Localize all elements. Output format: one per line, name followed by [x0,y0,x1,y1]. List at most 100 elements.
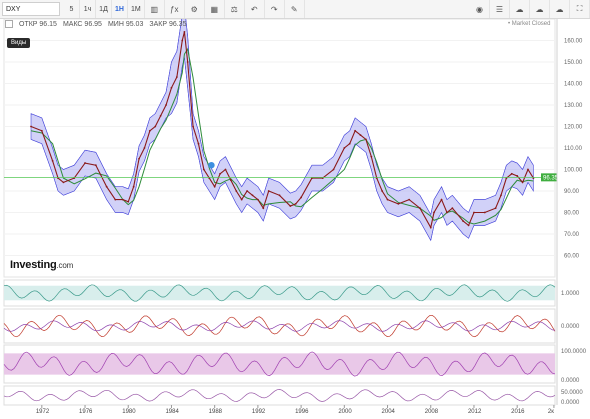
price-tick-label: 160.00 [564,39,583,45]
bar-style-icon[interactable]: ▦ [205,0,225,18]
price-point [348,142,351,145]
price-point [300,196,303,199]
interval-button[interactable]: 1Д [96,0,112,18]
price-point [94,164,97,167]
ohlc-high: МАКС 96.95 [62,20,102,28]
candles-icon[interactable]: ▥ [145,0,165,18]
price-point [256,198,259,201]
redo-icon[interactable]: ↷ [265,0,285,18]
indicator-pane [3,308,556,344]
price-tick-label: 100.00 [564,168,583,174]
price-point [192,125,194,128]
x-tick-label: 1980 [122,409,136,414]
x-tick-label: 1976 [79,409,93,414]
settings-icon[interactable]: ⚙ [185,0,205,18]
price-point [251,194,254,197]
price-point [332,168,335,171]
x-tick-label: 2016 [511,409,525,414]
price-tick-label: 90.00 [564,189,580,195]
price-tick-label: 80.00 [564,211,580,217]
compare-icon[interactable]: ⚖ [225,0,245,18]
price-point [521,181,524,184]
undo-icon[interactable]: ↶ [245,0,265,18]
price-point [527,168,529,171]
price-point [516,175,519,177]
price-point [386,198,389,201]
price-point [473,211,475,214]
indicator-tick-label: 1.0000 [561,291,580,297]
price-point [267,190,270,192]
price-point [483,211,486,214]
ohlc-low: МИН 95.03 [107,20,144,28]
cloud-load-icon[interactable]: ☁ [530,0,550,18]
x-tick-label: 1988 [209,409,223,414]
x-tick-label: 1996 [295,409,309,414]
legend-toggle-icon[interactable] [5,20,13,28]
indicator-tick-label: 0.0000 [561,324,580,330]
views-tooltip: Виды [7,38,31,48]
chart-toolbar: 51ч1Д1Н1М ▥ƒx⚙▦⚖↶↷✎ ◉☰☁☁☁⛶ [0,0,590,19]
price-point [143,147,146,149]
price-point [494,207,497,210]
price-point [127,200,130,203]
indicator-tick-label: 0.0000 [561,400,580,406]
price-point [154,125,157,128]
draw-icon[interactable]: ✎ [285,0,305,18]
indicator-pane [3,385,556,406]
price-point [429,226,432,229]
cloud-upload-icon[interactable]: ☁ [550,0,570,18]
interval-button[interactable]: 1М [128,0,145,18]
price-point [262,207,265,210]
price-point [343,147,346,149]
x-tick-label: 1992 [252,409,266,414]
price-point [224,168,227,171]
symbol-input[interactable] [2,2,60,16]
price-point [165,104,167,106]
indicator-tick-label: 50.0000 [561,390,583,396]
price-point [186,61,189,63]
price-point [240,198,243,201]
last-price-value: 96.35 [543,175,559,181]
indicator-tick-label: 100.0000 [561,349,587,355]
price-tick-label: 120.00 [564,125,583,131]
price-point [197,142,200,145]
indicator-tick-label: 0.0000 [561,378,580,384]
price-point [235,190,238,192]
price-point [354,129,357,132]
price-point [121,198,124,201]
price-point [359,134,362,136]
price-point [159,114,162,117]
price-tick-label: 110.00 [564,146,583,152]
logo-suffix: .com [56,261,74,270]
interval-button[interactable]: 1ч [80,0,96,18]
price-point [451,207,454,210]
price-point [40,129,43,132]
interval-button[interactable]: 1Н [112,0,128,18]
x-tick-label: 2012 [468,409,482,414]
price-point [510,172,513,175]
price-point [370,155,373,158]
x-tick-label: 2008 [425,409,439,414]
chart-area[interactable]: 160.00 150.00 140.00 130.00 120.00 110.00 100.… [0,6,590,415]
fullscreen-icon[interactable]: ⛶ [570,0,590,18]
price-point [51,160,54,162]
price-point [462,220,465,223]
ohlc-open: ОТКР 96.15 [19,20,57,28]
price-point [381,190,384,192]
camera-icon[interactable]: ◉ [470,0,490,18]
cloud-save-icon[interactable]: ☁ [510,0,530,18]
ohlc-legend: ОТКР 96.15 МАКС 96.95 МИН 95.03 ЗАКР 96.… [5,20,186,28]
price-tick-label: 130.00 [564,103,583,109]
price-point [62,181,65,184]
x-tick-label: 2004 [382,409,396,414]
price-point [105,185,108,188]
list-icon[interactable]: ☰ [490,0,510,18]
chart-canvas[interactable]: 160.00 150.00 140.00 130.00 120.00 110.00 100.… [0,6,590,415]
price-point [132,185,135,188]
investing-logo: Investing.com [10,259,73,271]
indicators-icon[interactable]: ƒx [165,0,185,18]
price-point [219,172,221,175]
x-tick-label: 1984 [165,409,179,414]
price-tick-label: 70.00 [564,232,580,238]
interval-button[interactable]: 5 [64,0,80,18]
